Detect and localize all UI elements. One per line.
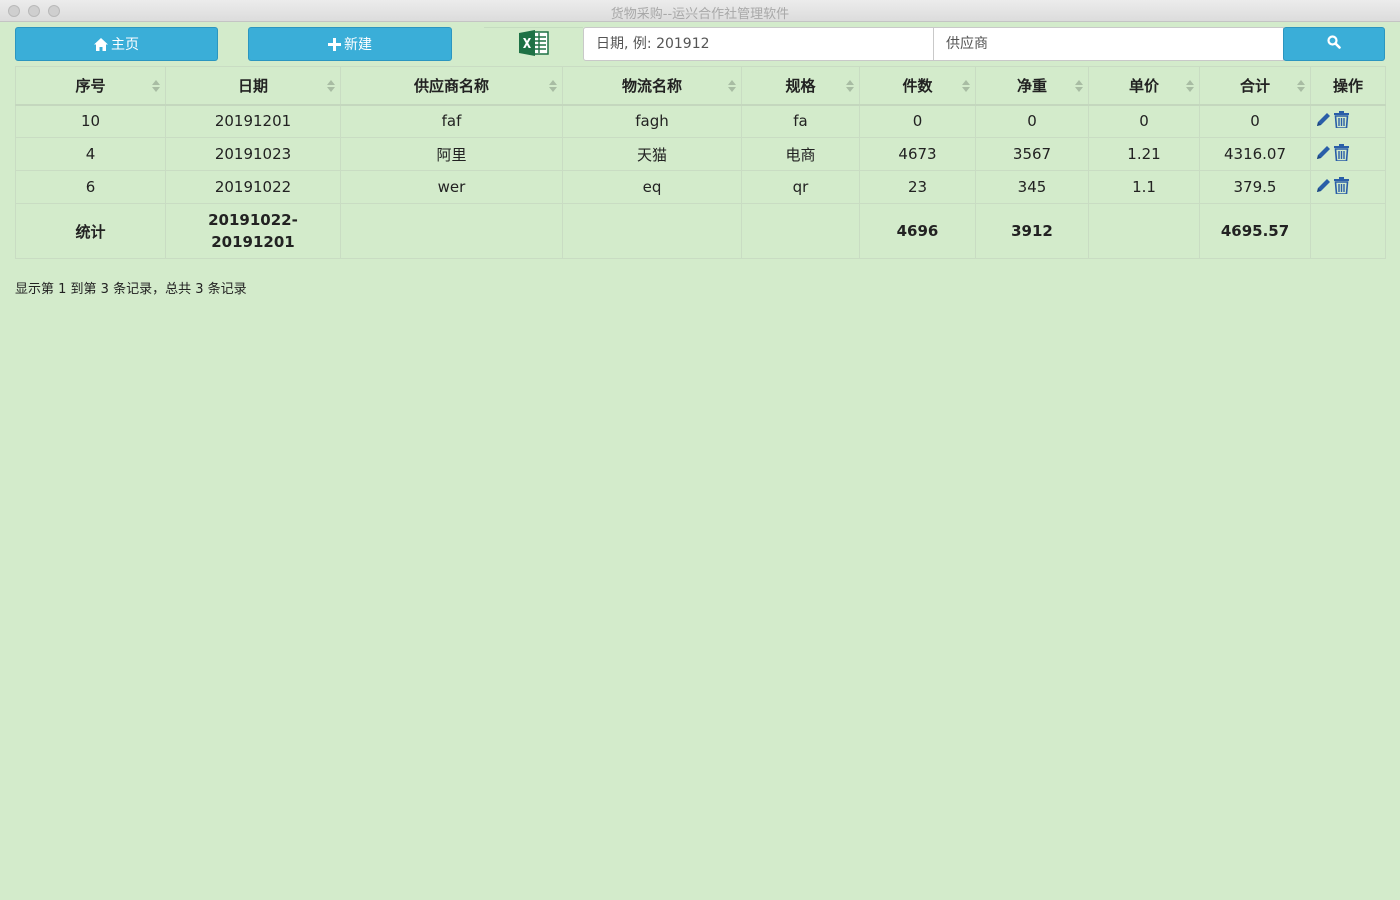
total-empty-cell <box>1310 203 1386 259</box>
total-empty-cell <box>1088 203 1200 259</box>
total-weight: 3912 <box>975 203 1089 259</box>
delete-trash-icon[interactable] <box>1334 143 1349 165</box>
cell-count: 23 <box>859 170 976 204</box>
total-label: 统计 <box>15 203 166 259</box>
sort-icon <box>728 80 736 93</box>
cell-date: 20191022 <box>165 170 341 204</box>
edit-pencil-icon[interactable] <box>1315 177 1332 198</box>
cell-count: 4673 <box>859 137 976 171</box>
cell-supplier: 阿里 <box>340 137 563 171</box>
column-header-total[interactable]: 合计 <box>1199 66 1311 106</box>
sort-icon <box>1297 80 1305 93</box>
date-search-input[interactable] <box>583 27 934 61</box>
column-header-count[interactable]: 件数 <box>859 66 976 106</box>
total-sum: 4695.57 <box>1199 203 1311 259</box>
plus-icon <box>328 37 341 51</box>
purchase-table: 序号 日期 供应商名称 物流名称 规格 件数 净重 单价 合计 操作 10 20… <box>15 66 1386 259</box>
cell-supplier: faf <box>340 104 563 138</box>
cell-price: 1.1 <box>1088 170 1200 204</box>
search-icon <box>1327 35 1341 53</box>
column-header-id[interactable]: 序号 <box>15 66 166 106</box>
home-button[interactable]: 主页 <box>15 27 218 61</box>
cell-actions <box>1310 137 1386 171</box>
cell-id: 6 <box>15 170 166 204</box>
cell-date: 20191201 <box>165 104 341 138</box>
supplier-search-input[interactable] <box>933 27 1284 61</box>
column-header-price[interactable]: 单价 <box>1088 66 1200 106</box>
cell-weight: 3567 <box>975 137 1089 171</box>
cell-weight: 345 <box>975 170 1089 204</box>
table-total-row: 统计 20191022- 20191201 4696 3912 4695.57 <box>15 203 1386 259</box>
cell-logistics: fagh <box>562 104 742 138</box>
cell-count: 0 <box>859 104 976 138</box>
cell-total: 0 <box>1199 104 1311 138</box>
cell-date: 20191023 <box>165 137 341 171</box>
column-header-logistics[interactable]: 物流名称 <box>562 66 742 106</box>
window-title: 货物采购--运兴合作社管理软件 <box>610 7 790 22</box>
cell-total: 379.5 <box>1199 170 1311 204</box>
sort-icon <box>1186 80 1194 93</box>
total-empty-cell <box>562 203 742 259</box>
title-bar: 货物采购--运兴合作社管理软件 <box>0 0 1400 22</box>
column-header-supplier[interactable]: 供应商名称 <box>340 66 563 106</box>
sort-icon <box>1075 80 1083 93</box>
sort-icon <box>962 80 970 93</box>
table-row: 4 20191023 阿里 天猫 电商 4673 3567 1.21 4316.… <box>15 137 1386 171</box>
sort-icon <box>152 80 160 93</box>
cell-id: 4 <box>15 137 166 171</box>
cell-logistics: 天猫 <box>562 137 742 171</box>
total-range-end: 20191201 <box>211 233 295 251</box>
pagination-summary: 显示第 1 到第 3 条记录，总共 3 条记录 <box>15 282 247 297</box>
search-button[interactable] <box>1283 27 1385 61</box>
total-empty-cell <box>340 203 563 259</box>
table-header-row: 序号 日期 供应商名称 物流名称 规格 件数 净重 单价 合计 操作 <box>15 66 1386 106</box>
cell-id: 10 <box>15 104 166 138</box>
edit-pencil-icon[interactable] <box>1315 144 1332 165</box>
sort-icon <box>327 80 335 93</box>
cell-actions <box>1310 170 1386 204</box>
cell-total: 4316.07 <box>1199 137 1311 171</box>
total-range-start: 20191022- <box>208 211 298 229</box>
total-count: 4696 <box>859 203 976 259</box>
sort-icon <box>846 80 854 93</box>
total-date-range: 20191022- 20191201 <box>165 203 341 259</box>
edit-pencil-icon[interactable] <box>1315 111 1332 132</box>
cell-actions <box>1310 104 1386 138</box>
column-header-actions: 操作 <box>1310 66 1386 106</box>
total-empty-cell <box>741 203 860 259</box>
column-header-spec[interactable]: 规格 <box>741 66 860 106</box>
new-button[interactable]: 新建 <box>248 27 452 61</box>
cell-price: 1.21 <box>1088 137 1200 171</box>
column-header-weight[interactable]: 净重 <box>975 66 1089 106</box>
home-button-label: 主页 <box>111 37 139 53</box>
table-row: 6 20191022 wer eq qr 23 345 1.1 379.5 <box>15 170 1386 204</box>
cell-weight: 0 <box>975 104 1089 138</box>
delete-trash-icon[interactable] <box>1334 176 1349 198</box>
sort-icon <box>549 80 557 93</box>
table-row: 10 20191201 faf fagh fa 0 0 0 0 <box>15 104 1386 138</box>
cell-spec: qr <box>741 170 860 204</box>
delete-trash-icon[interactable] <box>1334 110 1349 132</box>
cell-spec: fa <box>741 104 860 138</box>
new-button-label: 新建 <box>344 37 372 53</box>
home-icon <box>94 37 108 51</box>
cell-price: 0 <box>1088 104 1200 138</box>
cell-supplier: wer <box>340 170 563 204</box>
excel-icon <box>518 29 549 60</box>
export-excel-button[interactable] <box>484 27 583 61</box>
cell-logistics: eq <box>562 170 742 204</box>
column-header-date[interactable]: 日期 <box>165 66 341 106</box>
cell-spec: 电商 <box>741 137 860 171</box>
